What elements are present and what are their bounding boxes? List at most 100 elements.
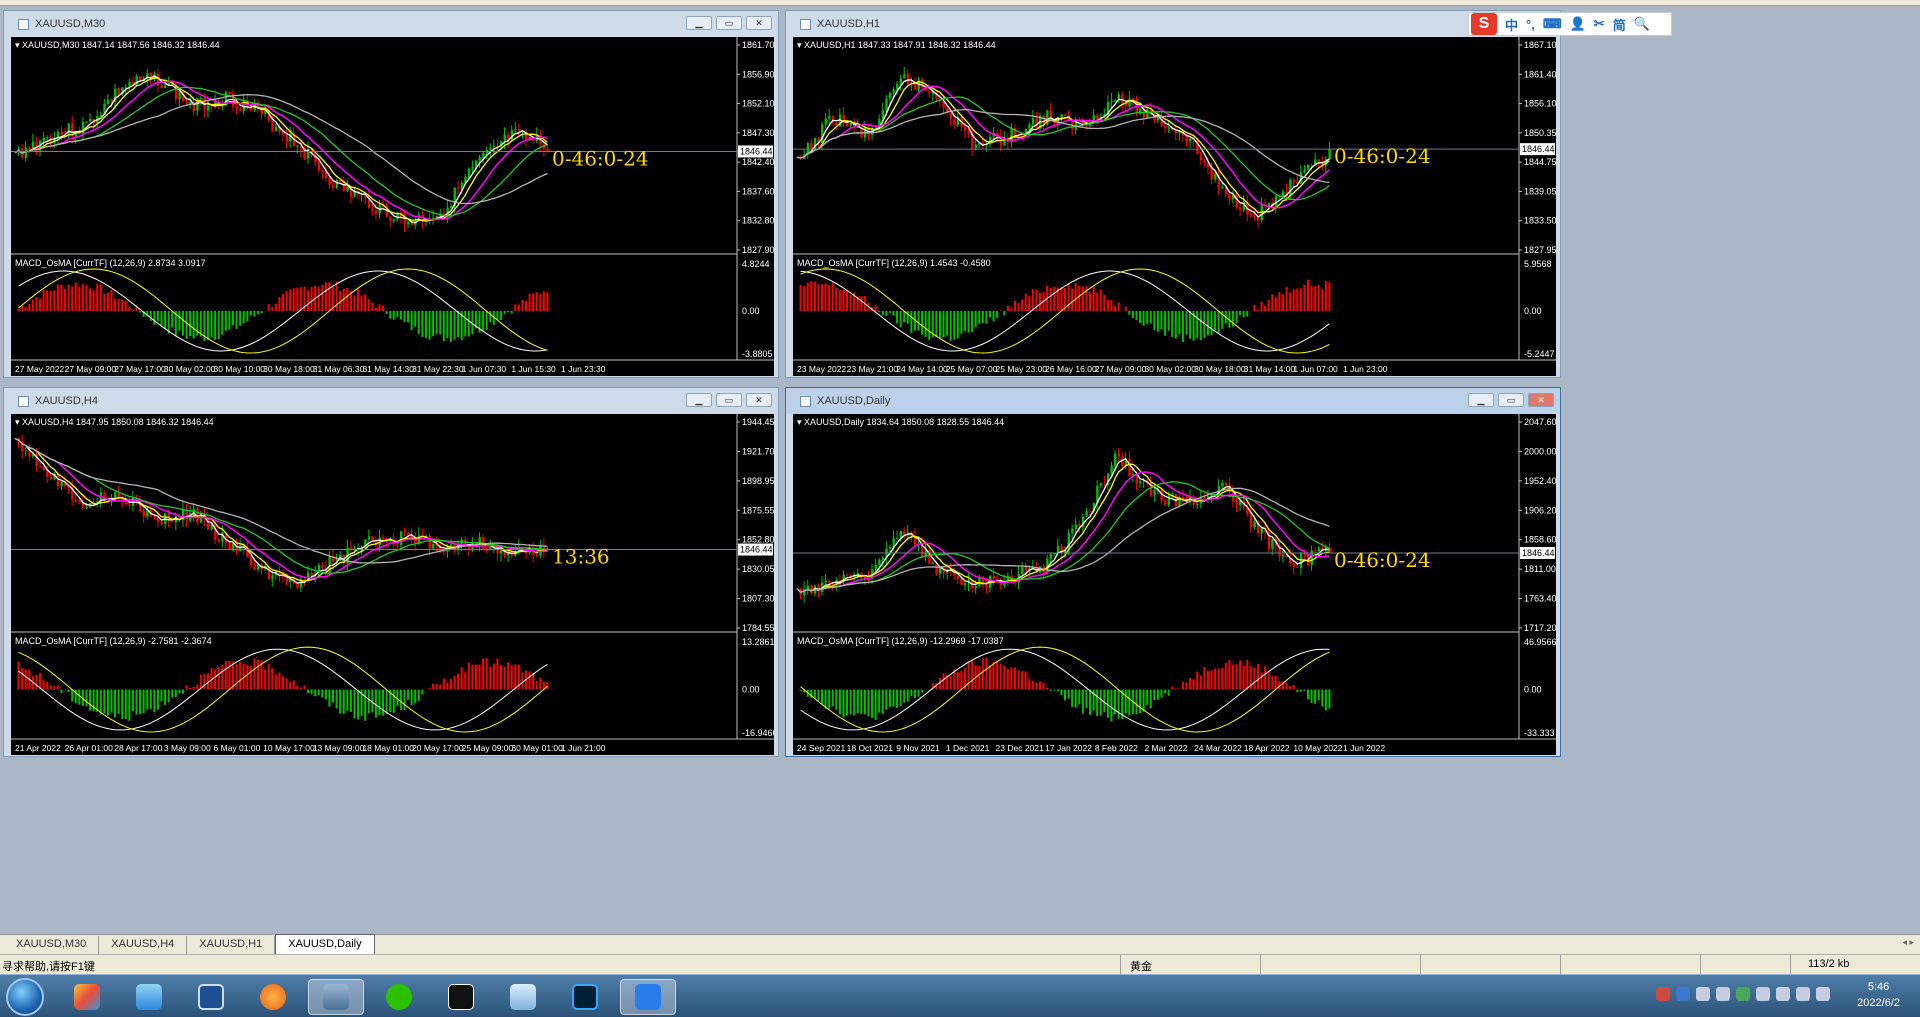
taskbar-notes-app[interactable] <box>500 979 546 1015</box>
window-titlebar[interactable]: XAUUSD,M30 ▁ ▭ ✕ <box>4 11 778 37</box>
ime-toolbar[interactable]: S 中 °, ⌨ 👤 ✂ 简 🔍 <box>1468 12 1672 36</box>
ime-search-icon[interactable]: 🔍 <box>1634 16 1650 32</box>
maximize-button[interactable]: ▭ <box>716 16 742 30</box>
macd-histogram-bar <box>1131 311 1134 318</box>
time-tick-label: 3 May 09:00 <box>164 743 211 753</box>
price-tick-label: 1861.70 <box>742 40 774 50</box>
macd-histogram-bar <box>260 311 263 314</box>
sogou-tray-icon[interactable] <box>1656 987 1670 1001</box>
taskbar-network-app[interactable] <box>126 979 172 1015</box>
chart-window-h4[interactable]: XAUUSD,H4 ▁ ▭ ✕ 1944.45 1921.70 1898.95 187… <box>3 387 779 757</box>
macd-histogram-bar <box>110 689 113 713</box>
macd-histogram-bar <box>1089 292 1092 311</box>
network-tray-icon[interactable] <box>1716 987 1730 1001</box>
chart-window-daily[interactable]: XAUUSD,Daily ▁ ▭ ✕ 2047.60 2000.00 1952.40… <box>785 387 1561 757</box>
macd-histogram-bar <box>385 689 388 714</box>
chart-window-h1[interactable]: XAUUSD,H1 ▁ ▭ ✕ 1867.10 1861.40 1856.10 185… <box>785 10 1561 378</box>
macd-histogram-bar <box>892 689 895 707</box>
taskbar-wechat-app[interactable] <box>376 979 422 1015</box>
taskbar-capcut-app[interactable] <box>438 979 484 1015</box>
price-tick-label: 1844.75 <box>1524 157 1556 167</box>
tab-scroll-arrows-icon[interactable]: ◂ ▸ <box>1902 937 1914 948</box>
macd-histogram-bar <box>535 292 538 311</box>
candle-body <box>992 575 995 579</box>
ime-skin-icon[interactable]: ✂ <box>1594 16 1605 32</box>
battery-tray-icon[interactable] <box>1796 987 1810 1001</box>
macd-histogram-bar <box>1306 279 1309 311</box>
chart-area[interactable]: 1944.45 1921.70 1898.95 1875.55 1852.80 1830.… <box>11 414 774 755</box>
minimize-button[interactable]: ▁ <box>1468 393 1494 407</box>
macd-histogram-bar <box>192 686 195 690</box>
candle-body <box>1189 138 1192 142</box>
help-tray-icon[interactable] <box>1676 987 1690 1001</box>
bar-countdown: 0-46:0-24 <box>1334 548 1431 572</box>
volume-tray-icon[interactable] <box>1756 987 1770 1001</box>
macd-histogram-bar <box>399 689 402 710</box>
macd-histogram-bar <box>1160 311 1163 330</box>
chart-window-m30[interactable]: XAUUSD,M30 ▁ ▭ ✕ 1861.70 1856.90 1852.10 18… <box>3 10 779 378</box>
macd-histogram-bar <box>1167 311 1170 331</box>
chart-area[interactable]: 1861.70 1856.90 1852.10 1847.30 1842.40 1837.… <box>11 37 774 376</box>
taskbar-trading-terminal-app[interactable] <box>308 979 364 1015</box>
tab-xauusd-daily[interactable]: XAUUSD,Daily <box>275 934 375 954</box>
ime-chinese-mode[interactable]: 中 <box>1505 15 1518 34</box>
chart-area[interactable]: 1867.10 1861.40 1856.10 1850.35 1844.75 1839.… <box>793 37 1556 376</box>
signal-tray-icon[interactable] <box>1816 987 1830 1001</box>
candle-body <box>499 550 503 554</box>
macd-histogram-bar <box>89 288 92 311</box>
macd-histogram-bar <box>378 304 381 311</box>
macd-histogram-bar <box>253 658 256 690</box>
taskbar-desktop-app[interactable] <box>188 979 234 1015</box>
macd-histogram-bar <box>181 689 184 694</box>
indicator-tick-label: -33.333 <box>1524 728 1555 738</box>
price-tick-label: 1832.80 <box>742 216 774 226</box>
time-tick-label: 27 May 09:00 <box>65 364 117 374</box>
ime-user-icon[interactable]: 👤 <box>1570 16 1586 32</box>
window-titlebar[interactable]: XAUUSD,Daily ▁ ▭ ✕ <box>786 388 1560 414</box>
close-button[interactable]: ✕ <box>746 16 772 30</box>
macd-histogram-bar <box>799 689 802 691</box>
macd-histogram-bar <box>1074 283 1077 311</box>
taskbar-browser-app[interactable] <box>250 979 296 1015</box>
ime-punctuation-icon[interactable]: °, <box>1526 17 1535 32</box>
taskbar-paint-app[interactable] <box>64 979 110 1015</box>
close-button[interactable]: ✕ <box>1528 393 1554 407</box>
macd-histogram-bar <box>1253 305 1256 311</box>
start-button[interactable] <box>6 978 44 1016</box>
macd-histogram-bar <box>1303 689 1306 691</box>
tab-xauusd-h4[interactable]: XAUUSD,H4 <box>99 936 188 954</box>
system-clock[interactable]: 5:46 2022/6/2 <box>1857 979 1900 1011</box>
candle-body <box>60 131 63 135</box>
time-tick-label: 13 May 09:00 <box>313 743 365 753</box>
candle-body <box>1099 483 1103 486</box>
macd-histogram-bar <box>453 675 456 690</box>
update-tray-icon[interactable] <box>1736 987 1750 1001</box>
sogou-logo-icon[interactable]: S <box>1471 13 1497 35</box>
ime-simplified-mode[interactable]: 简 <box>1613 15 1626 34</box>
candle-body <box>142 511 146 517</box>
candle-body <box>321 565 324 568</box>
tab-xauusd-m30[interactable]: XAUUSD,M30 <box>4 936 100 954</box>
macd-histogram-bar <box>510 311 513 314</box>
tab-xauusd-h1[interactable]: XAUUSD,H1 <box>187 936 276 954</box>
minimize-button[interactable]: ▁ <box>686 393 712 407</box>
maximize-button[interactable]: ▭ <box>716 393 742 407</box>
minimize-button[interactable]: ▁ <box>686 16 712 30</box>
macd-histogram-bar <box>374 307 377 311</box>
window-titlebar[interactable]: XAUUSD,H4 ▁ ▭ ✕ <box>4 388 778 414</box>
ime-keyboard-icon[interactable]: ⌨ <box>1543 16 1562 32</box>
candle-body <box>271 119 274 131</box>
candle-body <box>1164 125 1167 129</box>
taskbar-editor-app[interactable] <box>620 979 676 1015</box>
taskbar-photoshop-app[interactable] <box>562 979 608 1015</box>
maximize-button[interactable]: ▭ <box>1498 393 1524 407</box>
window-titlebar[interactable]: XAUUSD,H1 ▁ ▭ ✕ <box>786 11 1560 37</box>
close-button[interactable]: ✕ <box>746 393 772 407</box>
macd-histogram-bar <box>938 311 941 339</box>
chart-area[interactable]: 2047.60 2000.00 1952.40 1906.20 1858.60 1811.… <box>793 414 1556 755</box>
macd-histogram-bar <box>407 689 410 700</box>
macd-histogram-bar <box>831 282 834 311</box>
flag-tray-icon[interactable] <box>1776 987 1790 1001</box>
macd-histogram-bar <box>392 689 395 714</box>
shield-tray-icon[interactable] <box>1696 987 1710 1001</box>
